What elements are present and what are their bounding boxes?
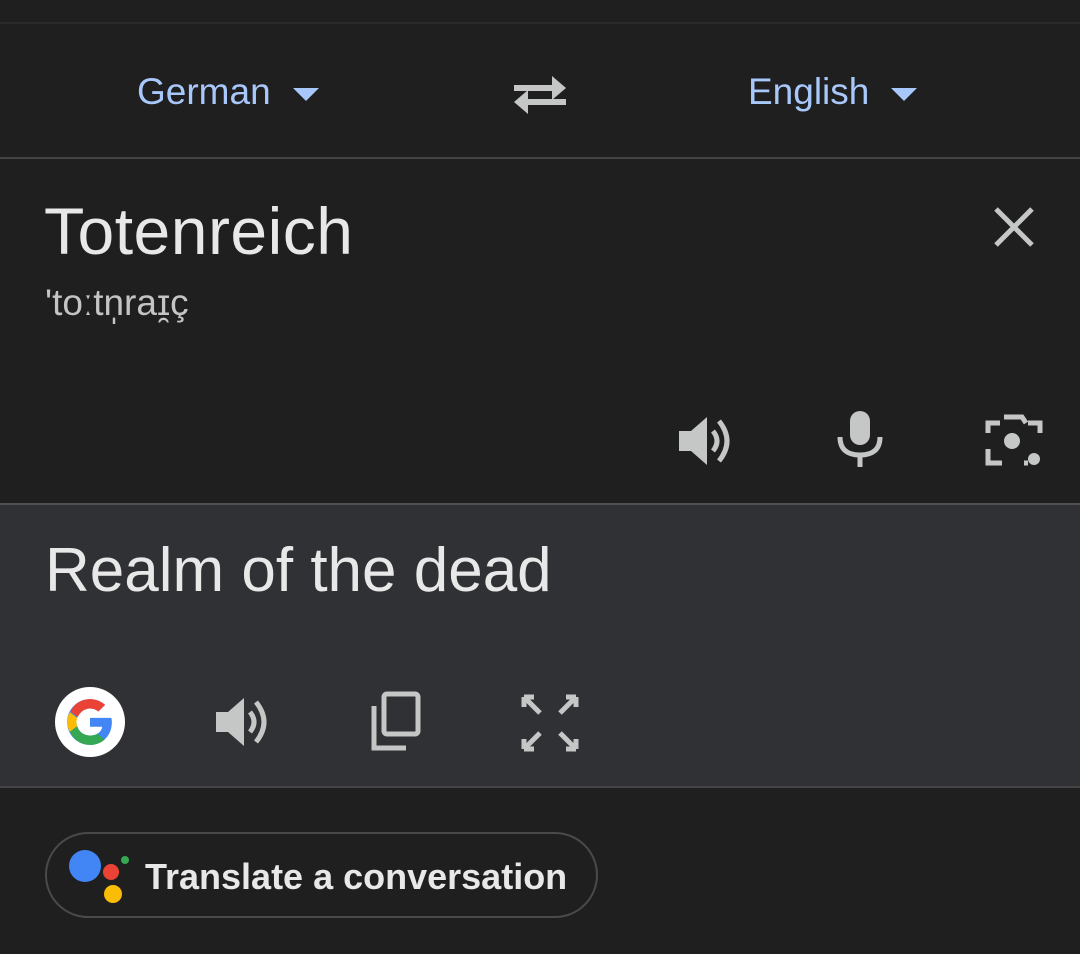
assistant-icon — [69, 850, 129, 903]
camera-icon[interactable] — [982, 409, 1046, 473]
source-panel: Totenreich 'toːtn̩raɪ̯ç — [0, 159, 1080, 504]
chevron-down-icon — [292, 87, 319, 101]
divider — [0, 786, 1080, 788]
translate-app: German English Totenreich 'toːtn̩raɪ̯ç R… — [0, 0, 1080, 954]
speaker-icon[interactable] — [212, 690, 276, 754]
fullscreen-icon[interactable] — [518, 691, 582, 755]
translation-text: Realm of the dead — [45, 536, 552, 605]
source-language-label: German — [137, 71, 271, 112]
microphone-icon[interactable] — [828, 407, 892, 471]
close-icon[interactable] — [988, 201, 1040, 253]
target-language-label: English — [748, 71, 870, 112]
language-bar: German English — [0, 24, 1080, 158]
copy-icon[interactable] — [362, 690, 426, 754]
source-language-button[interactable]: German — [137, 66, 319, 118]
speaker-icon[interactable] — [675, 409, 739, 473]
chevron-down-icon — [891, 87, 918, 101]
swap-languages-icon[interactable] — [508, 68, 572, 120]
phonetic-transcription: 'toːtn̩raɪ̯ç — [45, 282, 189, 323]
source-text-input[interactable]: Totenreich — [44, 193, 354, 269]
translate-conversation-label: Translate a conversation — [145, 856, 568, 897]
target-language-button[interactable]: English — [748, 66, 918, 118]
google-g-icon[interactable] — [55, 687, 125, 757]
translation-panel: Realm of the dead — [0, 505, 1080, 787]
translate-conversation-button[interactable]: Translate a conversation — [45, 832, 598, 918]
